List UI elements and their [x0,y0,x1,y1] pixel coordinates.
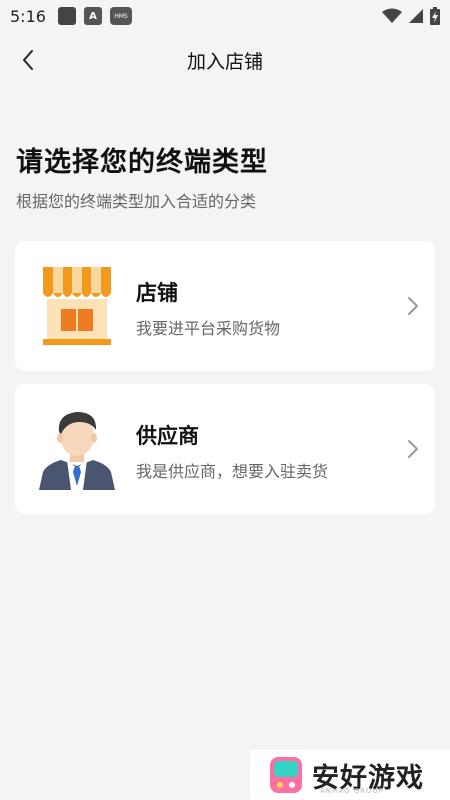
chevron-right-icon [408,440,418,458]
businessman-icon [39,412,115,490]
supplier-option-card[interactable]: 供应商 我是供应商，想要入驻卖货 [15,384,435,514]
sub-heading: 根据您的终端类型加入合适的分类 [16,192,257,211]
battery-icon [430,7,440,25]
shop-card-title: 店铺 [136,281,178,305]
shop-option-card[interactable]: 店铺 我要进平台采购货物 [15,241,435,371]
back-button[interactable] [10,42,46,78]
wifi-icon [382,8,402,23]
hms-icon: HMS [109,7,132,25]
shop-card-description: 我要进平台采购货物 [136,319,281,338]
watermark-subtext: ANHAO GROUP [320,787,384,795]
supplier-card-title: 供应商 [136,424,199,448]
header-bar: 加入店铺 [0,38,450,82]
back-arrow-icon [23,50,33,70]
notification-a-icon: A [83,7,102,25]
notification-square-icon [57,7,76,25]
chevron-right-icon [408,297,418,315]
status-indicators [382,7,440,25]
storefront-icon [43,267,111,345]
main-heading: 请选择您的终端类型 [16,147,268,178]
page-title: 加入店铺 [186,50,263,73]
supplier-card-description: 我是供应商，想要入驻卖货 [136,462,329,481]
gamepad-logo-icon [270,757,302,793]
status-time: 5:16 [10,6,46,26]
status-bar: 5:16 A HMS [0,0,450,32]
signal-icon [409,9,423,23]
